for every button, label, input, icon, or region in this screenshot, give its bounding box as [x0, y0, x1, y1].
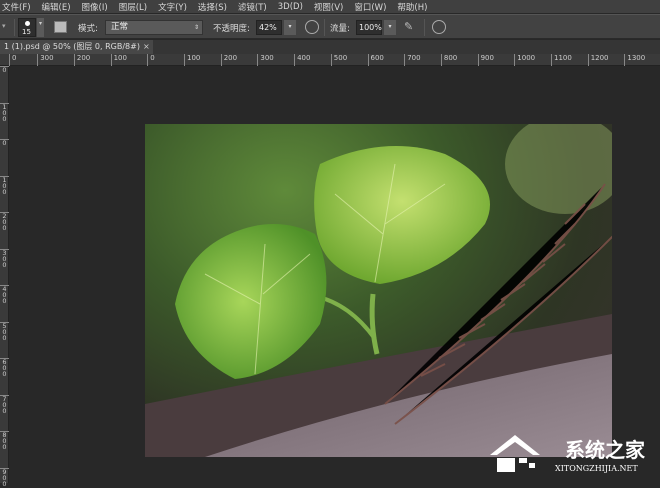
flow-label: 流量:	[330, 24, 350, 34]
menu-item[interactable]: 帮助(H)	[397, 1, 427, 13]
horizontal-ruler[interactable]: 0 300 200 100 0 100 200 300 400 500 600 700 800 900 10…	[0, 54, 660, 66]
menu-item[interactable]: 选择(S)	[198, 1, 227, 13]
brush-preset-picker[interactable]: 15	[18, 18, 36, 37]
opacity-label: 不透明度:	[213, 24, 250, 34]
menu-item[interactable]: 视图(V)	[314, 1, 343, 13]
ruler-tick-label: 1100	[551, 54, 572, 66]
pressure-size-icon[interactable]	[432, 20, 446, 34]
menu-item[interactable]: 文字(Y)	[158, 1, 187, 13]
leaf-photo	[145, 124, 612, 457]
ruler-tick-label: 800	[440, 54, 457, 66]
ruler-tick-label: 0	[0, 66, 9, 73]
tool-preset-dropdown[interactable]: ▾	[2, 22, 6, 30]
select-arrows-icon: ⇕	[193, 24, 199, 31]
menu-item[interactable]: 编辑(E)	[42, 1, 71, 13]
menu-item[interactable]: 文件(F)	[2, 1, 31, 13]
watermark-url: XITONGZHIJIA.NET	[555, 464, 638, 473]
ruler-tick-label: 0	[0, 139, 9, 146]
ruler-tick-label: 600	[0, 358, 9, 377]
airbrush-icon[interactable]: ✎	[404, 20, 413, 33]
blend-mode-value: 正常	[111, 22, 129, 32]
menu-item[interactable]: 3D(D)	[278, 2, 303, 12]
ruler-tick-label: 500	[330, 54, 347, 66]
ruler-tick-label: 400	[0, 285, 9, 304]
ruler-tick-label: 800	[0, 431, 9, 450]
ruler-tick-label: 100	[0, 102, 9, 122]
mode-label: 模式:	[78, 24, 98, 34]
menu-item[interactable]: 图像(I)	[82, 1, 108, 13]
ruler-tick-label: 0	[9, 54, 16, 66]
ruler-tick-label: 200	[73, 54, 90, 66]
menu-item[interactable]: 滤镜(T)	[238, 1, 267, 13]
ruler-tick-label: 300	[37, 54, 54, 66]
close-tab-icon[interactable]: ×	[143, 40, 150, 54]
brush-dropdown[interactable]: ▾	[37, 18, 44, 37]
document-tab-bar: 1 (1).psd @ 50% (图层 0, RGB/8#) ×	[0, 40, 660, 54]
flow-dropdown[interactable]: ▾	[384, 20, 396, 35]
ruler-tick-label: 700	[404, 54, 421, 66]
opacity-input[interactable]: 42%	[256, 20, 282, 35]
ruler-tick-label: 100	[0, 175, 9, 195]
ruler-tick-label: 900	[0, 467, 9, 487]
brush-panel-toggle-icon[interactable]	[54, 21, 67, 33]
ruler-tick-label: 100	[110, 54, 127, 66]
vertical-ruler[interactable]: 0 100 0 100 200 300 400 500 600 700 800 900	[0, 66, 9, 487]
house-logo-icon	[490, 435, 540, 472]
ruler-tick-label: 1300	[624, 54, 645, 66]
ruler-tick-label: 1200	[587, 54, 609, 66]
menu-item[interactable]: 窗口(W)	[354, 1, 386, 13]
blend-mode-select[interactable]: 正常 ⇕	[105, 20, 203, 35]
document-tab-title: 1 (1).psd @ 50% (图层 0, RGB/8#)	[4, 42, 140, 51]
ruler-tick-label: 600	[367, 54, 384, 66]
ruler-tick-label: 700	[0, 394, 9, 414]
ruler-tick-label: 1000	[514, 54, 535, 66]
document-tab[interactable]: 1 (1).psd @ 50% (图层 0, RGB/8#) ×	[0, 40, 153, 54]
ruler-tick-label: 200	[0, 212, 9, 231]
ruler-tick-label: 100	[184, 54, 200, 66]
ruler-tick-label: 900	[477, 54, 494, 66]
ruler-tick-label: 400	[294, 54, 310, 66]
menu-item[interactable]: 图层(L)	[119, 1, 147, 13]
brush-size: 15	[22, 28, 31, 36]
options-bar: ▾ 15 ▾ 模式: 正常 ⇕ 不透明度: 42% ▾ 流量: 100% ▾ ✎	[0, 14, 660, 39]
ruler-tick-label: 300	[257, 54, 274, 66]
canvas-image[interactable]	[145, 124, 612, 457]
opacity-dropdown[interactable]: ▾	[284, 20, 296, 35]
ruler-tick-label: 300	[0, 248, 9, 268]
watermark-logo: 系统之家 XITONGZHIJIA.NET	[485, 428, 655, 478]
flow-input[interactable]: 100%	[356, 20, 382, 35]
watermark-name: 系统之家	[565, 438, 645, 462]
ruler-tick-label: 500	[0, 321, 9, 341]
ruler-tick-label: 0	[147, 54, 155, 66]
pressure-opacity-icon[interactable]	[305, 20, 319, 34]
menu-bar: 文件(F) 编辑(E) 图像(I) 图层(L) 文字(Y) 选择(S) 滤镜(T) 3D(D)…	[0, 0, 660, 13]
ruler-tick-label: 200	[220, 54, 237, 66]
brush-tip-icon	[25, 21, 30, 26]
